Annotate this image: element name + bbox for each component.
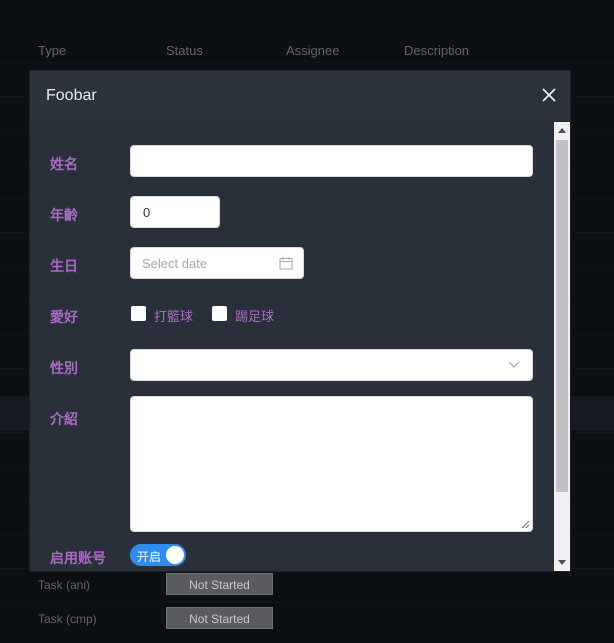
gender-label: 性別 xyxy=(50,360,78,376)
enable-account-toggle[interactable]: 开启 xyxy=(130,544,186,566)
status-badge[interactable]: Not Started xyxy=(166,573,273,595)
scroll-up-arrow-icon[interactable] xyxy=(558,128,566,133)
gender-select[interactable] xyxy=(130,349,533,381)
age-input[interactable] xyxy=(130,196,220,228)
table-header: Type Status Assignee Description xyxy=(0,43,614,61)
scroll-down-arrow-icon[interactable] xyxy=(558,560,566,565)
enable-account-label: 启用账号 xyxy=(50,550,106,566)
date-placeholder: Select date xyxy=(142,256,208,271)
modal-scrollbar[interactable] xyxy=(554,122,570,571)
calendar-icon xyxy=(279,257,293,270)
column-header-assignee[interactable]: Assignee xyxy=(286,43,339,58)
name-input[interactable] xyxy=(130,145,533,177)
table-row[interactable]: Task (ani) Not Started xyxy=(0,568,614,603)
column-header-status[interactable]: Status xyxy=(166,43,203,58)
intro-textarea[interactable] xyxy=(130,396,533,532)
resize-handle-icon[interactable] xyxy=(520,519,530,529)
scroll-thumb[interactable] xyxy=(556,140,568,492)
name-label: 姓名 xyxy=(50,156,78,172)
status-badge[interactable]: Not Started xyxy=(166,607,273,629)
toggle-knob xyxy=(166,546,184,564)
toggle-text: 开启 xyxy=(137,550,162,564)
modal-title: Foobar xyxy=(46,87,97,104)
column-header-description[interactable]: Description xyxy=(404,43,469,58)
hobby-option-label[interactable]: 打籃球 xyxy=(154,306,193,325)
hobby-checkbox-basketball[interactable] xyxy=(131,306,146,321)
age-label: 年齡 xyxy=(50,207,78,223)
hobby-option-label[interactable]: 踢足球 xyxy=(235,306,274,325)
table-row[interactable]: Task (cmp) Not Started xyxy=(0,602,614,637)
row-type: Task (ani) xyxy=(38,578,91,592)
hobby-checkbox-football[interactable] xyxy=(212,306,227,321)
row-type: Task (cmp) xyxy=(38,612,97,626)
modal-header: Foobar xyxy=(30,71,570,122)
birthday-label: 生日 xyxy=(50,258,78,274)
birthday-date-picker[interactable]: Select date xyxy=(130,247,304,279)
foobar-modal: Foobar 姓名 年齡 生日 Select date 愛好 打籃球 踢足球 性… xyxy=(30,71,570,571)
modal-body: 姓名 年齡 生日 Select date 愛好 打籃球 踢足球 性別 介紹 xyxy=(30,122,554,571)
chevron-down-icon xyxy=(508,361,520,368)
intro-label: 介紹 xyxy=(50,411,78,427)
column-header-type[interactable]: Type xyxy=(38,43,66,58)
close-icon[interactable] xyxy=(540,86,558,104)
hobby-label: 愛好 xyxy=(50,309,78,325)
